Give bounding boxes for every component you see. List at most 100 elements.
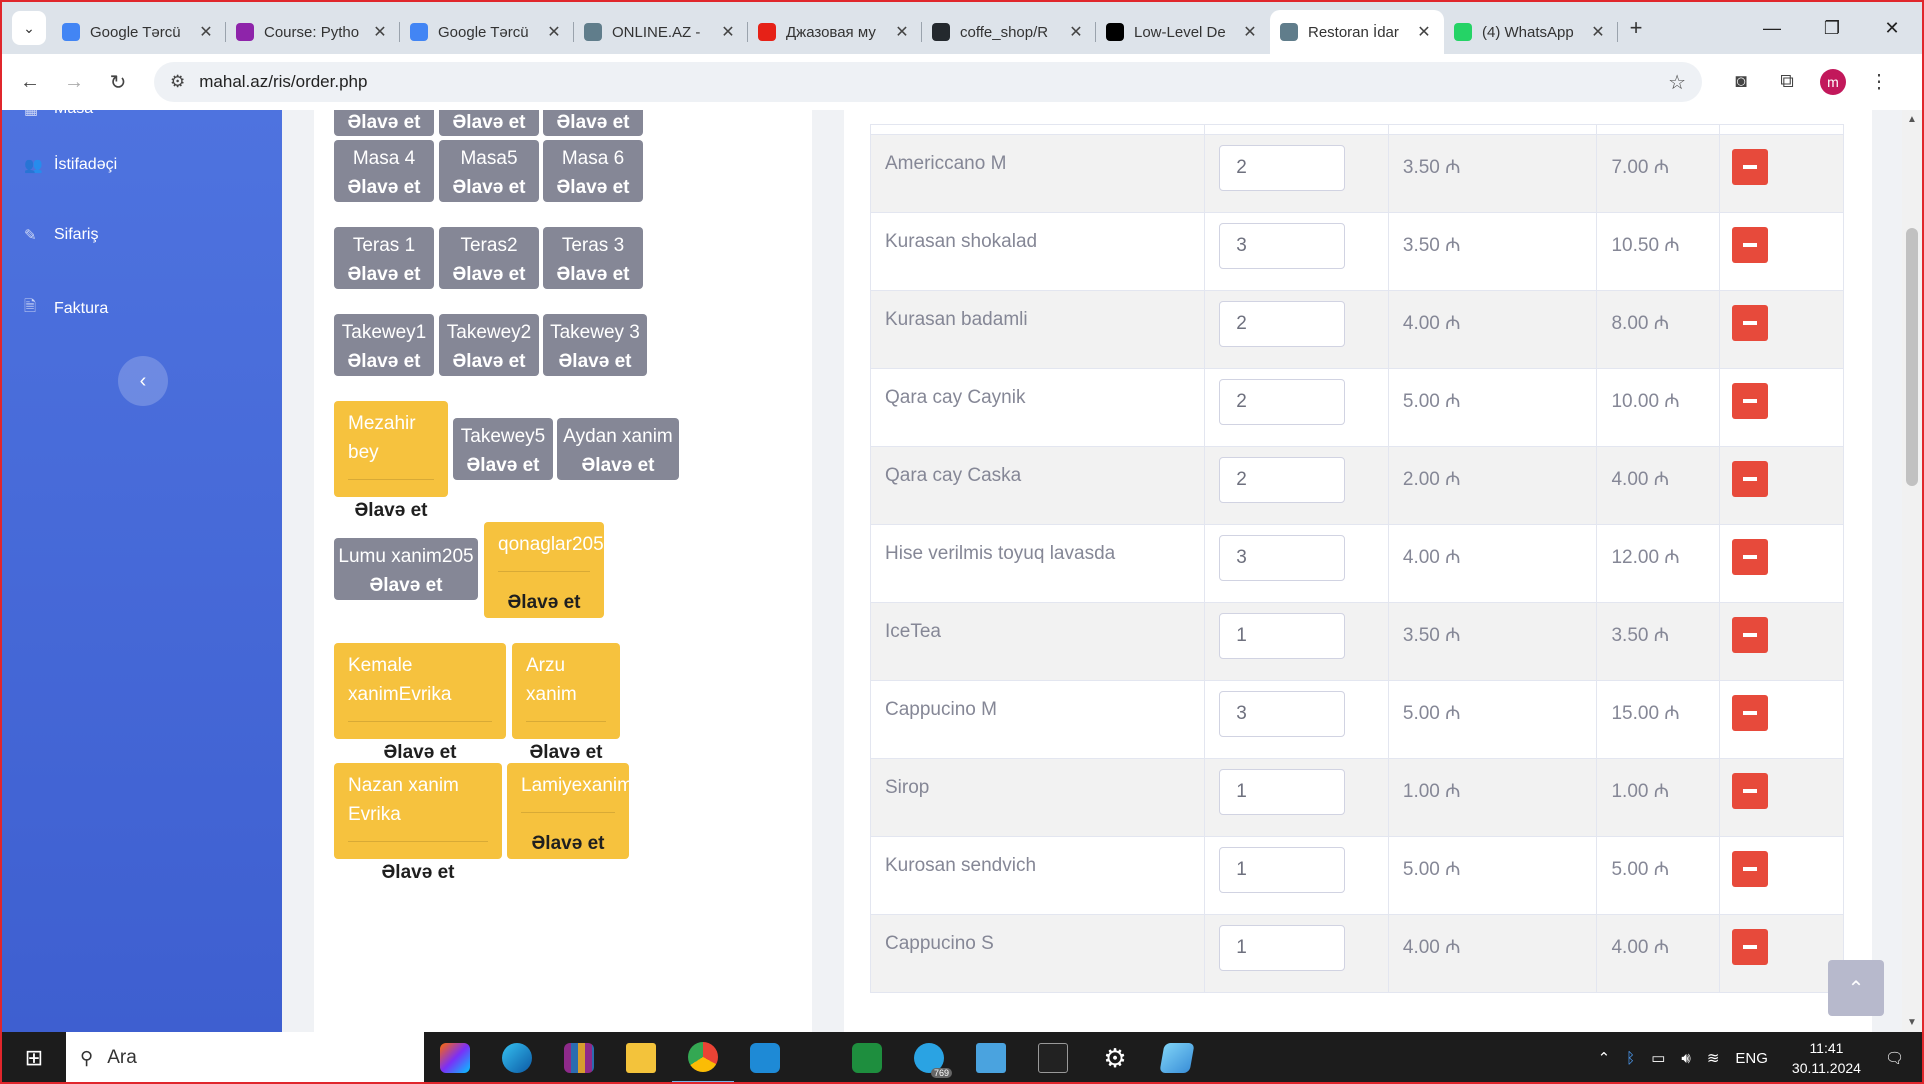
delete-item-button[interactable] (1731, 461, 1768, 497)
back-arrow-icon[interactable]: ← (8, 71, 52, 94)
taskbar-search[interactable]: ⚲ Ara (66, 1032, 424, 1082)
battery-icon[interactable]: ▭ (1651, 1049, 1665, 1067)
table-button[interactable]: Lumu xanim205 Əlavə et (334, 538, 478, 600)
close-window-button[interactable]: ✕ (1862, 18, 1922, 39)
table-button[interactable]: Arzu xanim Əlavə et (512, 643, 620, 763)
quantity-input[interactable]: 2 (1219, 145, 1346, 191)
close-tab-icon[interactable]: ✕ (1066, 22, 1086, 42)
browser-tab[interactable]: ONLINE.AZ - ✕ (574, 10, 748, 54)
table-button[interactable]: Masa 4 Əlavə et (334, 140, 434, 202)
browser-tab[interactable]: Course: Pytho ✕ (226, 10, 400, 54)
table-button[interactable]: Əlavə et (439, 110, 539, 136)
table-button[interactable]: Mezahir bey Əlavə et (334, 401, 448, 521)
quantity-input[interactable]: 3 (1219, 535, 1346, 581)
chevron-up-tray-icon[interactable]: ⌃ (1598, 1049, 1611, 1067)
classroom-app-icon[interactable] (836, 1032, 898, 1082)
close-tab-icon[interactable]: ✕ (1414, 22, 1434, 42)
reload-icon[interactable]: ↻ (96, 70, 140, 95)
file-explorer-app-icon[interactable] (610, 1032, 672, 1082)
bookmark-star-icon[interactable]: ☆ (1668, 70, 1686, 95)
delete-item-button[interactable] (1731, 305, 1768, 341)
table-button[interactable]: Takewey5 Əlavə et (453, 418, 553, 480)
scroll-to-top-button[interactable]: ⌃ (1828, 960, 1884, 1016)
table-button[interactable]: Lamiyexanim Əlavə et (507, 763, 633, 859)
notepad-app-icon[interactable] (1146, 1032, 1208, 1082)
terminal-app-icon[interactable] (1022, 1032, 1084, 1082)
menu-kebab-icon[interactable]: ⋮ (1856, 71, 1902, 94)
edge-app-icon[interactable] (486, 1032, 548, 1082)
close-tab-icon[interactable]: ✕ (718, 22, 738, 42)
quantity-input[interactable]: 1 (1219, 925, 1346, 971)
minimize-button[interactable]: — (1742, 18, 1802, 39)
close-tab-icon[interactable]: ✕ (892, 22, 912, 42)
quantity-input[interactable]: 1 (1219, 847, 1346, 893)
new-tab-button[interactable]: + (1618, 15, 1654, 41)
vscode-app-icon[interactable] (734, 1032, 796, 1082)
profile-avatar[interactable]: m (1820, 69, 1846, 95)
quantity-input[interactable]: 2 (1219, 301, 1346, 347)
address-bar[interactable]: ⚙ mahal.az/ris/order.php ☆ (154, 62, 1702, 102)
delete-item-button[interactable] (1731, 383, 1768, 419)
quantity-input[interactable]: 3 (1219, 223, 1346, 269)
delete-item-button[interactable] (1731, 227, 1768, 263)
bluetooth-icon[interactable]: ᛒ (1626, 1050, 1635, 1067)
table-button[interactable]: Takewey2 Əlavə et (439, 314, 539, 376)
table-button[interactable]: Teras2 Əlavə et (439, 227, 539, 289)
browser-tab[interactable]: (4) WhatsApp ✕ (1444, 10, 1618, 54)
puzzle-extensions-icon[interactable]: ⧉ (1764, 71, 1810, 93)
table-button[interactable]: Takewey1 Əlavə et (334, 314, 434, 376)
browser-tab[interactable]: Джазовая му ✕ (748, 10, 922, 54)
contacts-app-icon[interactable] (960, 1032, 1022, 1082)
quantity-input[interactable]: 2 (1219, 379, 1346, 425)
table-button[interactable]: Teras 1 Əlavə et (334, 227, 434, 289)
delete-item-button[interactable] (1731, 617, 1768, 653)
chrome-app-icon[interactable] (672, 1032, 734, 1082)
table-button[interactable]: Əlavə et (334, 110, 434, 136)
close-tab-icon[interactable]: ✕ (544, 22, 564, 42)
table-button[interactable]: Aydan xanim Əlavə et (557, 418, 679, 480)
settings-app-icon[interactable]: ⚙ (1084, 1032, 1146, 1082)
close-tab-icon[interactable]: ✕ (1240, 22, 1260, 42)
scroll-up-icon[interactable]: ▲ (1907, 114, 1917, 125)
volume-icon[interactable]: 🔊︎ (1681, 1050, 1690, 1067)
site-info-icon[interactable]: ⚙ (170, 72, 185, 92)
table-button[interactable]: Kemale xanimEvrika Əlavə et (334, 643, 506, 763)
close-tab-icon[interactable]: ✕ (1588, 22, 1608, 42)
scrollbar-thumb[interactable] (1906, 228, 1918, 486)
quantity-input[interactable]: 3 (1219, 691, 1346, 737)
delete-item-button[interactable] (1731, 149, 1768, 185)
telegram-app-icon[interactable]: 769 (898, 1032, 960, 1082)
winrar-app-icon[interactable] (548, 1032, 610, 1082)
forward-arrow-icon[interactable]: → (52, 71, 96, 94)
sidebar-item-masa[interactable]: ▦ Masa (24, 100, 93, 118)
table-button[interactable]: Takewey 3 Əlavə et (543, 314, 647, 376)
delete-item-button[interactable] (1731, 695, 1768, 731)
language-indicator[interactable]: ENG (1735, 1050, 1768, 1067)
quantity-input[interactable]: 1 (1219, 769, 1346, 815)
delete-item-button[interactable] (1731, 539, 1768, 575)
browser-tab[interactable]: Low-Level De ✕ (1096, 10, 1270, 54)
delete-item-button[interactable] (1731, 851, 1768, 887)
restore-button[interactable]: ❐ (1802, 18, 1862, 39)
quantity-input[interactable]: 1 (1219, 613, 1346, 659)
copilot-app-icon[interactable] (424, 1032, 486, 1082)
page-scrollbar[interactable]: ▲ ▼ (1902, 110, 1922, 1032)
browser-tab[interactable]: coffe_shop/R ✕ (922, 10, 1096, 54)
browser-tab[interactable]: Google Tərcü ✕ (52, 10, 226, 54)
delete-item-button[interactable] (1731, 929, 1768, 965)
table-button[interactable]: Teras 3 Əlavə et (543, 227, 643, 289)
browser-tab[interactable]: Restoran İdar ✕ (1270, 10, 1444, 54)
notifications-icon[interactable]: 🗨︎ (1885, 1049, 1904, 1067)
tab-search-dropdown[interactable]: ⌄ (12, 11, 46, 45)
table-button[interactable]: Masa 6 Əlavə et (543, 140, 643, 202)
table-button[interactable]: Masa5 Əlavə et (439, 140, 539, 202)
wifi-icon[interactable]: ≋ (1707, 1049, 1720, 1067)
table-button[interactable]: qonaglar205 Əlavə et (484, 522, 604, 618)
browser-tab[interactable]: Google Tərcü ✕ (400, 10, 574, 54)
sidebar-item-invoice[interactable]: 🗎 Faktura (24, 296, 108, 321)
sidebar-toggle-button[interactable]: ‹ (118, 356, 168, 406)
table-button[interactable]: Nazan xanim Evrika Əlavə et (334, 763, 502, 883)
table-button[interactable]: Əlavə et (543, 110, 643, 136)
close-tab-icon[interactable]: ✕ (370, 22, 390, 42)
robot-extension-icon[interactable]: ◙ (1718, 71, 1764, 93)
